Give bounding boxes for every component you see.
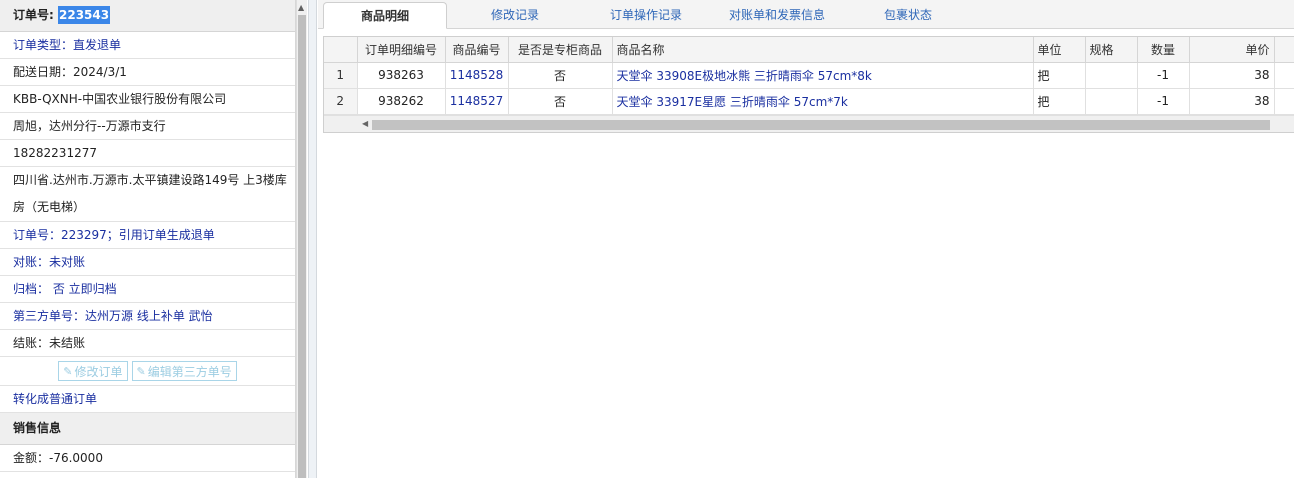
grid-header-row: 订单明细编号 商品编号 是否是专柜商品 商品名称 单位 规格 数量 单价	[324, 37, 1294, 63]
sku-link[interactable]: 1148527	[445, 88, 509, 115]
scroll-left-icon[interactable]: ◀	[362, 119, 368, 128]
counter-cell: 否	[508, 62, 613, 89]
quantity-cell: -1	[1137, 62, 1190, 89]
filler-cell	[1274, 62, 1294, 89]
left-vertical-scrollbar[interactable]: ▲	[296, 0, 307, 478]
tab-edit-history[interactable]: 修改记录	[459, 2, 571, 29]
convert-to-normal-order-link[interactable]: 转化成普通订单	[0, 386, 295, 413]
delivery-date: 配送日期：2024/3/1	[0, 59, 295, 86]
tab-statement-invoice[interactable]: 对账单和发票信息	[716, 2, 838, 29]
scroll-thumb[interactable]	[298, 15, 306, 478]
detail-id-cell: 938262	[357, 88, 446, 115]
order-number-label: 订单号:	[13, 8, 54, 22]
unit-cell: 把	[1033, 62, 1086, 89]
unit-cell: 把	[1033, 88, 1086, 115]
edit-order-label: 修改订单	[74, 364, 123, 379]
sku-link[interactable]: 1148528	[445, 62, 509, 89]
price-cell: 38	[1189, 88, 1275, 115]
table-row[interactable]: 2 938262 1148527 否 天堂伞 33917E星愿 三折晴雨伞 57…	[324, 88, 1294, 115]
col-quantity[interactable]: 数量	[1137, 37, 1190, 63]
col-counter[interactable]: 是否是专柜商品	[508, 37, 613, 63]
product-grid: 订单明细编号 商品编号 是否是专柜商品 商品名称 单位 规格 数量 单价 1 9…	[323, 36, 1294, 133]
order-number-header: 订单号: 223543	[0, 0, 295, 32]
third-party-number[interactable]: 第三方单号：达州万源 线上补单 武怡	[0, 303, 295, 330]
spec-cell	[1085, 88, 1138, 115]
contact-phone: 18282231277	[0, 140, 295, 167]
col-spec[interactable]: 规格	[1085, 37, 1138, 63]
row-number: 1	[324, 62, 358, 89]
edit-icon: ✎	[63, 364, 73, 378]
tab-operation-log[interactable]: 订单操作记录	[586, 2, 706, 29]
order-actions: ✎ 修改订单 ✎ 编辑第三方单号	[0, 357, 295, 386]
contact-person: 周旭，达州分行--万源市支行	[0, 113, 295, 140]
edit-order-button[interactable]: ✎ 修改订单	[58, 361, 128, 381]
price-cell: 38	[1189, 62, 1275, 89]
tab-product-details[interactable]: 商品明细	[323, 2, 447, 29]
product-name-link[interactable]: 天堂伞 33908E极地冰熊 三折晴雨伞 57cm*8k	[612, 62, 1034, 89]
col-product-name[interactable]: 商品名称	[612, 37, 1034, 63]
product-name-link[interactable]: 天堂伞 33917E星愿 三折晴雨伞 57cm*7k	[612, 88, 1034, 115]
scroll-up-icon[interactable]: ▲	[298, 3, 304, 12]
col-sku[interactable]: 商品编号	[445, 37, 509, 63]
settle-status: 结账：未结账	[0, 330, 295, 357]
scroll-thumb[interactable]	[372, 119, 1270, 130]
tab-bar: 商品明细 修改记录 订单操作记录 对账单和发票信息 包裹状态	[318, 0, 1294, 29]
spec-cell	[1085, 62, 1138, 89]
order-detail-panel: 商品明细 修改记录 订单操作记录 对账单和发票信息 包裹状态 订单明细编号 商品…	[318, 0, 1294, 478]
grid-horizontal-scrollbar[interactable]: ◀	[324, 114, 1294, 132]
edit-third-party-label: 编辑第三方单号	[147, 364, 232, 379]
col-unit[interactable]: 单位	[1033, 37, 1086, 63]
col-filler	[1274, 37, 1294, 63]
quantity-cell: -1	[1137, 88, 1190, 115]
order-info-panel: 订单号: 223543 订单类型：直发退单 配送日期：2024/3/1 KBB-…	[0, 0, 296, 478]
tab-package-status[interactable]: 包裹状态	[863, 2, 953, 29]
col-rownum	[324, 37, 358, 63]
archive-status[interactable]: 归档： 否 立即归档	[0, 276, 295, 303]
panel-splitter[interactable]	[308, 0, 317, 478]
counter-cell: 否	[508, 88, 613, 115]
order-number-value[interactable]: 223543	[58, 6, 111, 24]
delivery-address: 四川省.达州市.万源市.太平镇建设路149号 上3楼库房（无电梯）	[0, 167, 295, 222]
row-number: 2	[324, 88, 358, 115]
sales-amount: 金额：-76.0000	[0, 445, 295, 472]
reconcile-status[interactable]: 对账：未对账	[0, 249, 295, 276]
reference-order-link[interactable]: 订单号：223297；引用订单生成退单	[0, 222, 295, 249]
edit-third-party-button[interactable]: ✎ 编辑第三方单号	[131, 361, 237, 381]
table-row[interactable]: 1 938263 1148528 否 天堂伞 33908E极地冰熊 三折晴雨伞 …	[324, 62, 1294, 89]
customer-name: KBB-QXNH-中国农业银行股份有限公司	[0, 86, 295, 113]
order-type: 订单类型：直发退单	[0, 32, 295, 59]
detail-id-cell: 938263	[357, 62, 446, 89]
col-detail-id[interactable]: 订单明细编号	[357, 37, 446, 63]
edit-icon: ✎	[136, 364, 146, 378]
sales-info-header: 销售信息	[0, 413, 295, 445]
col-price[interactable]: 单价	[1189, 37, 1275, 63]
filler-cell	[1274, 88, 1294, 115]
